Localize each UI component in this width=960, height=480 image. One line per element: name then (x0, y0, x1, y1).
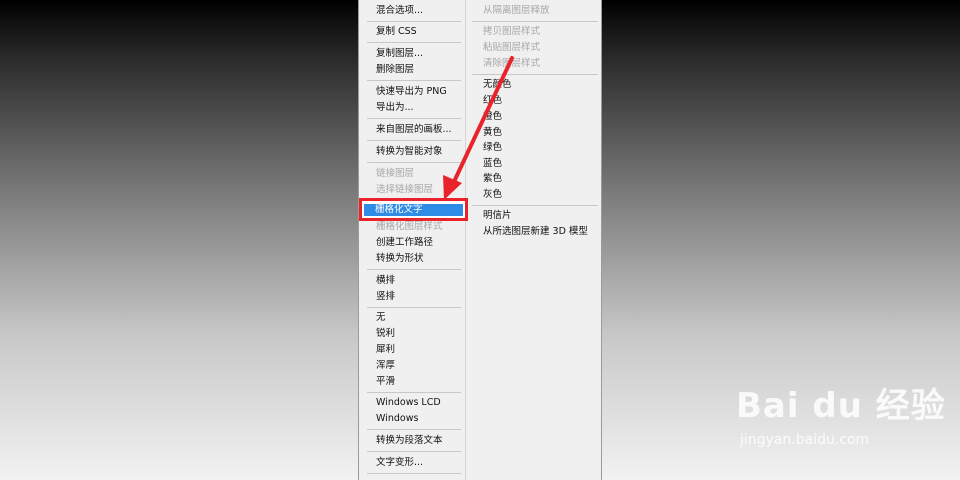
menu-item-postcard[interactable]: 明信片 (483, 208, 512, 223)
menu-separator (367, 42, 461, 43)
menu-item-rasterize-layer-style: 栅格化图层样式 (376, 221, 443, 232)
menu-separator (472, 205, 598, 206)
menu-item-new-3d-from-selected[interactable]: 从所选图层新建 3D 模型 (483, 224, 588, 239)
menu-item-select-linked-layers: 选择链接图层 (376, 184, 434, 195)
menu-separator (367, 392, 461, 393)
menu-item-windows[interactable]: Windows (376, 411, 418, 426)
menu-item-copy-layer-style: 拷贝图层样式 (483, 26, 541, 37)
menu-separator (472, 21, 598, 22)
menu-separator (367, 140, 461, 141)
menu-separator (367, 21, 461, 22)
menu-item-create-work-path[interactable]: 创建工作路径 (376, 235, 433, 250)
menu-separator (367, 118, 461, 119)
menu-item-rasterize-type[interactable]: 栅格化文字 (375, 202, 423, 217)
menu-item-aa-sharp[interactable]: 锐利 (376, 326, 395, 341)
baidu-jingyan-watermark: Bai du 经验 jingyan.baidu.com (736, 378, 946, 470)
menu-item-delete-layer[interactable]: 删除图层 (376, 62, 414, 77)
menu-item-clear-layer-style: 清除图层样式 (483, 58, 541, 69)
menu-item-copy-css[interactable]: 复制 CSS (376, 24, 417, 39)
menu-separator (367, 269, 461, 270)
watermark-logo: Bai du 经验 (736, 386, 946, 426)
menu-item-yellow[interactable]: 黄色 (483, 125, 502, 140)
menu-column-divider (465, 0, 466, 480)
menu-separator (367, 307, 461, 308)
menu-item-horizontal[interactable]: 横排 (376, 273, 395, 288)
menu-item-vertical[interactable]: 竖排 (376, 289, 395, 304)
menu-item-paste-layer-style: 粘贴图层样式 (483, 42, 541, 53)
menu-item-green[interactable]: 绿色 (483, 140, 502, 155)
menu-item-convert-smart-object[interactable]: 转换为智能对象 (376, 144, 443, 159)
menu-item-aa-none[interactable]: 无 (376, 310, 386, 325)
menu-item-windows-lcd[interactable]: Windows LCD (376, 395, 441, 410)
menu-item-release-isolation: 从隔离图层释放 (483, 5, 550, 16)
menu-item-blue[interactable]: 蓝色 (483, 156, 502, 171)
menu-item-gray[interactable]: 灰色 (483, 187, 502, 202)
layer-context-menu: 混合选项... 复制 CSS 复制图层... 删除图层 快速导出为 PNG 导出… (358, 0, 602, 480)
menu-item-export-as[interactable]: 导出为... (376, 100, 414, 115)
menu-item-aa-smooth[interactable]: 平滑 (376, 374, 395, 389)
menu-item-no-color[interactable]: 无颜色 (483, 77, 512, 92)
menu-item-warp-text[interactable]: 文字变形... (376, 455, 423, 470)
menu-separator (472, 74, 598, 75)
menu-item-convert-to-shape[interactable]: 转换为形状 (376, 251, 424, 266)
menu-item-artboard-from-layers[interactable]: 来自图层的画板... (376, 122, 452, 137)
menu-item-quick-export-png[interactable]: 快速导出为 PNG (376, 84, 447, 99)
menu-item-convert-paragraph-text[interactable]: 转换为段落文本 (376, 433, 443, 448)
menu-item-red[interactable]: 红色 (483, 93, 502, 108)
rasterize-type-highlight-box: 栅格化文字 (359, 198, 468, 221)
menu-item-violet[interactable]: 紫色 (483, 171, 502, 186)
menu-item-aa-strong[interactable]: 浑厚 (376, 358, 395, 373)
menu-item-link-layers: 链接图层 (376, 168, 415, 179)
menu-separator (367, 429, 461, 430)
menu-separator (367, 473, 461, 474)
menu-separator (367, 162, 461, 163)
menu-separator (367, 451, 461, 452)
menu-item-blend-options[interactable]: 混合选项... (376, 3, 423, 18)
menu-item-aa-crisp[interactable]: 犀利 (376, 342, 395, 357)
watermark-url: jingyan.baidu.com (740, 432, 870, 448)
menu-item-orange[interactable]: 橙色 (483, 109, 502, 124)
menu-item-duplicate-layer[interactable]: 复制图层... (376, 46, 423, 61)
menu-separator (367, 80, 461, 81)
